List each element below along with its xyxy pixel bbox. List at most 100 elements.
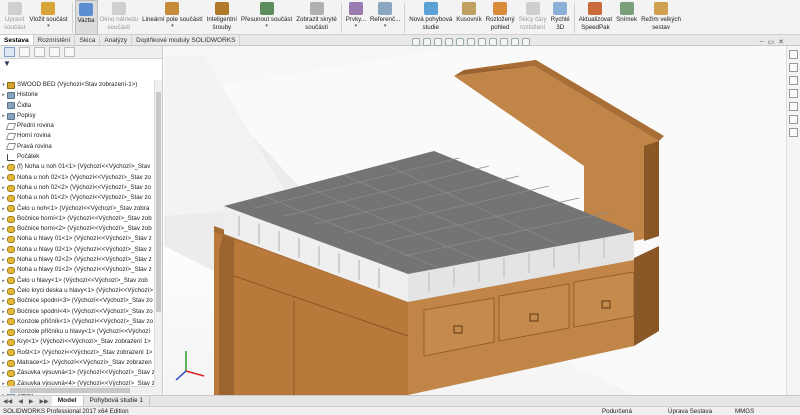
tree-item[interactable]: Čidla (0, 101, 155, 111)
tree-item[interactable]: ▸ Bočnice horní<2> (Výchozí<<Výchozí>_Sta… (0, 224, 155, 234)
ribbon-button-10[interactable]: Nová pohybová studie (407, 0, 454, 35)
tree-item[interactable]: ▸ Zásuvka výsuvná<1> (Výchozí<<Výchozí>_S… (0, 368, 155, 378)
zoom-area-icon[interactable] (423, 38, 431, 46)
tree-item[interactable]: ▸ Matrace<1> (Výchozí<<Výchozí>_Stav zobr… (0, 358, 155, 368)
view-orientation-icon[interactable] (456, 38, 464, 46)
tree-item[interactable]: ▸ Popisy (0, 111, 155, 121)
dropdown-caret-icon[interactable]: ▾ (265, 24, 268, 29)
expand-arrow-icon[interactable]: ▸ (0, 204, 7, 214)
expand-arrow-icon[interactable]: ▸ (0, 276, 7, 286)
tree-item[interactable]: ▸ Bočnice spodní<4> (Výchozí<<Výchozí>_St… (0, 307, 155, 317)
expand-arrow-icon[interactable]: ▸ (0, 234, 7, 244)
ribbon-button-3[interactable]: Okno náhledu součásti (98, 0, 141, 35)
ribbon-button-16[interactable]: Snímek (614, 0, 639, 35)
tree-item[interactable]: ▸ Konzole příčníku u hlavy<1> (Výchozí<<V… (0, 327, 155, 337)
ribbon-button-11[interactable]: Kusovník (454, 0, 483, 35)
tree-item[interactable]: ▸ Bočnice spodní<3> (Výchozí<<Výchozí>_St… (0, 296, 155, 306)
close-icon[interactable]: ✕ (778, 38, 784, 46)
expand-arrow-icon[interactable]: ▸ (0, 348, 7, 358)
expand-arrow-icon[interactable]: ▾ (0, 80, 7, 90)
tab-model[interactable]: Model (51, 396, 84, 406)
display-style-icon[interactable] (467, 38, 475, 46)
expand-arrow-icon[interactable]: ▸ (0, 358, 7, 368)
apply-scene-icon[interactable] (500, 38, 508, 46)
filter-icon[interactable]: ▼ (0, 59, 162, 70)
ribbon-button-15[interactable]: Aktualizovat SpeedPak (577, 0, 614, 35)
minimize-icon[interactable]: – (760, 38, 764, 46)
view-settings-icon[interactable] (511, 38, 519, 46)
ribbon-button-0[interactable]: Upravit součást (2, 0, 27, 35)
expand-arrow-icon[interactable]: ▸ (0, 90, 7, 100)
ribbon-button-8[interactable]: Prvky... ▾ (344, 0, 368, 35)
ribbon-button-6[interactable]: Přesunout součást ▾ (239, 0, 294, 35)
tree-item[interactable]: ▸ Rošt<1> (Výchozí<<Výchozí>_Stav zobraze… (0, 348, 155, 358)
tree-item[interactable]: ▸ Noha u hlavy 02<1> (Výchozí<<Výchozí>_S… (0, 245, 155, 255)
expand-arrow-icon[interactable]: ▸ (0, 327, 7, 337)
tree-item[interactable]: ▸ Noha u noh 02<1> (Výchozí<<Výchozí>_Sta… (0, 173, 155, 183)
ribbon-button-17[interactable]: Režim velkých sestav (639, 0, 683, 35)
display-manager-tab-icon[interactable] (64, 47, 75, 57)
command-tab-3[interactable]: Analýzy (100, 35, 133, 45)
ribbon-button-12[interactable]: Rozložený pohled (484, 0, 517, 35)
tree-item[interactable]: ▸ Čelo u noh<1> (Výchozí<<Výchozí>_Stav z… (0, 204, 155, 214)
tree-item[interactable]: ▸ Noha u noh 01<2> (Výchozí<<Výchozí>_Sta… (0, 193, 155, 203)
tree-root[interactable]: ▾ SWOOD BED (Výchozí<Stav zobrazení-1>) (0, 80, 155, 90)
configuration-manager-tab-icon[interactable] (34, 47, 45, 57)
restore-icon[interactable]: ▭ (768, 38, 775, 46)
tree-item[interactable]: ▸ Bočnice horní<1> (Výchozí<<Výchozí>_Sta… (0, 214, 155, 224)
tree-item[interactable]: ▸ Konzole příčník<1> (Výchozí<<Výchozí>_S… (0, 317, 155, 327)
tree-item[interactable]: Přední rovina (0, 121, 155, 131)
file-explorer-icon[interactable] (789, 76, 798, 85)
appearances-icon[interactable] (789, 102, 798, 111)
tree-item[interactable]: Počátek (0, 152, 155, 162)
command-tab-1[interactable]: Rozmístění (34, 35, 76, 45)
dimxpert-tab-icon[interactable] (49, 47, 60, 57)
edit-appearance-icon[interactable] (489, 38, 497, 46)
expand-arrow-icon[interactable]: ▸ (0, 265, 7, 275)
tree-item[interactable]: ▸ Noha u hlavy 01<1> (Výchozí<<Výchozí>_S… (0, 234, 155, 244)
solidworks-resources-icon[interactable] (789, 50, 798, 59)
expand-arrow-icon[interactable]: ▸ (0, 183, 7, 193)
command-tab-2[interactable]: Skica (75, 35, 101, 45)
tree-item[interactable]: ▸ Historie (0, 90, 155, 100)
dropdown-caret-icon[interactable]: ▾ (171, 24, 174, 29)
tree-item[interactable]: ▸ Noha u noh 02<2> (Výchozí<<Výchozí>_Sta… (0, 183, 155, 193)
tree-item[interactable]: Horní rovina (0, 131, 155, 141)
expand-arrow-icon[interactable]: ▸ (0, 368, 7, 378)
expand-arrow-icon[interactable]: ▸ (0, 337, 7, 347)
status-units[interactable]: MMGS (735, 407, 754, 415)
custom-properties-icon[interactable] (789, 115, 798, 124)
expand-arrow-icon[interactable]: ▸ (0, 317, 7, 327)
feature-tree-tab-icon[interactable] (4, 47, 15, 57)
ribbon-button-5[interactable]: Inteligentní šrouby (205, 0, 239, 35)
ribbon-button-13[interactable]: Skicy čáry rozložení (517, 0, 549, 35)
section-view-icon[interactable] (445, 38, 453, 46)
expand-arrow-icon[interactable]: ▸ (0, 173, 7, 183)
next-tab-arrow-icon[interactable]: ▶ (26, 398, 37, 405)
bed-model-render[interactable] (164, 46, 786, 395)
monitor-icon[interactable] (522, 38, 530, 46)
dropdown-caret-icon[interactable]: ▾ (355, 24, 358, 29)
previous-view-icon[interactable] (434, 38, 442, 46)
design-library-icon[interactable] (789, 63, 798, 72)
tree-item[interactable]: ▸ Noha u hlavy 01<2> (Výchozí<<Výchozí>_S… (0, 265, 155, 275)
view-palette-icon[interactable] (789, 89, 798, 98)
dropdown-caret-icon[interactable]: ▾ (384, 24, 387, 29)
expand-arrow-icon[interactable]: ▸ (0, 193, 7, 203)
tab-motion-study-1[interactable]: Pohybová studie 1 (84, 396, 150, 406)
prev-tab-arrow-icon[interactable]: ◀ (15, 398, 26, 405)
zoom-to-fit-icon[interactable] (412, 38, 420, 46)
expand-arrow-icon[interactable]: ▸ (0, 224, 7, 234)
tree-item[interactable]: ▸ Čelo kryci deska u hlavy<1> (Výchozí<<V… (0, 286, 155, 296)
expand-arrow-icon[interactable]: ▸ (0, 245, 7, 255)
ribbon-button-2[interactable]: Vazba (74, 0, 98, 35)
tree-item[interactable]: ▸ Noha u hlavy 02<2> (Výchozí<<Výchozí>_S… (0, 255, 155, 265)
ribbon-button-1[interactable]: Vložit součást ▾ (27, 0, 69, 35)
expand-arrow-icon[interactable]: ▸ (0, 307, 7, 317)
command-tab-0[interactable]: Sestava (0, 35, 34, 45)
expand-arrow-icon[interactable]: ▸ (0, 162, 7, 172)
graphics-viewport[interactable] (164, 46, 786, 395)
command-tab-4[interactable]: Doplňkové moduly SOLIDWORKS (132, 35, 241, 45)
expand-arrow-icon[interactable]: ▸ (0, 111, 7, 121)
tree-vertical-scrollbar[interactable] (154, 80, 162, 395)
